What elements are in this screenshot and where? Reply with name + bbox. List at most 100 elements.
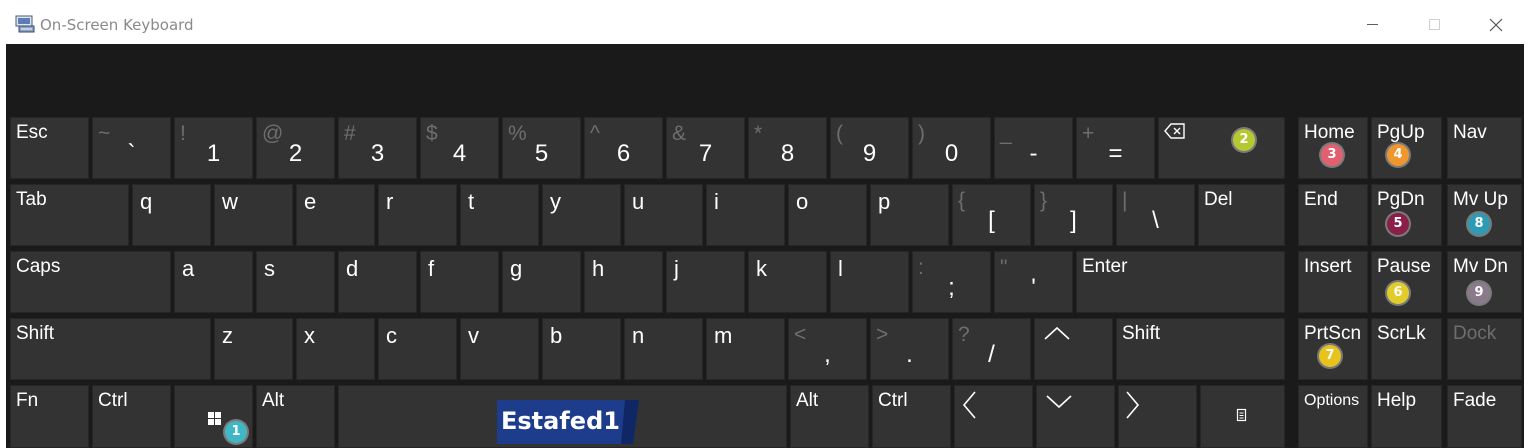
key-c[interactable]: c [378,318,457,380]
key-label: Shift [16,323,55,344]
key-5[interactable]: % 5 [502,117,581,179]
minimize-button[interactable] [1349,6,1395,44]
key-arrow-down[interactable] [1036,385,1115,448]
key-label: s [264,256,275,281]
key-left-bracket[interactable]: {[ [952,184,1031,246]
key-backtick[interactable]: ~ ` [92,117,171,179]
key-g[interactable]: g [502,251,581,313]
key-h[interactable]: h [584,251,663,313]
key-main-label: = [1108,140,1123,167]
key-x[interactable]: x [296,318,375,380]
key-pgdn[interactable]: PgDn [1371,184,1442,246]
key-main-label: 8 [780,140,795,167]
key-k[interactable]: k [748,251,827,313]
key-a[interactable]: a [174,251,253,313]
key-shift-right[interactable]: Shift [1116,318,1285,380]
key-m[interactable]: m [706,318,785,380]
key-1[interactable]: ! 1 [174,117,253,179]
key-dock[interactable]: Dock [1447,318,1522,380]
key-4[interactable]: $4 [420,117,499,179]
key-main-label: ` [127,140,136,167]
key-w[interactable]: w [214,184,293,246]
key-ctrl-left[interactable]: Ctrl [92,385,171,448]
key-semicolon[interactable]: :; [912,251,991,313]
key-0[interactable]: ) 0 [912,117,991,179]
key-equals[interactable]: + = [1076,117,1155,179]
key-q[interactable]: q [132,184,211,246]
key-label: Home [1304,122,1355,143]
key-backspace[interactable] [1158,117,1285,179]
key-main-label: - [1029,140,1038,167]
key-alt-left[interactable]: Alt [256,385,335,448]
key-d[interactable]: d [338,251,417,313]
key-arrow-up[interactable] [1034,318,1113,380]
key-j[interactable]: j [666,251,745,313]
key-label: f [428,256,435,281]
key-r[interactable]: r [378,184,457,246]
key-s[interactable]: s [256,251,335,313]
key-context-menu[interactable] [1200,385,1285,448]
key-3[interactable]: #3 [338,117,417,179]
key-8[interactable]: * 8 [748,117,827,179]
key-quote[interactable]: " ' [994,251,1073,313]
key-nav[interactable]: Nav [1447,117,1522,179]
key-l[interactable]: l [830,251,909,313]
key-scrlk[interactable]: ScrLk [1371,318,1442,380]
key-shift-left[interactable]: Shift [10,318,211,380]
key-comma[interactable]: <, [788,318,867,380]
key-6[interactable]: ^ 6 [584,117,663,179]
key-backslash[interactable]: | \ [1116,184,1195,246]
key-e[interactable]: e [296,184,375,246]
key-y[interactable]: y [542,184,621,246]
key-pause[interactable]: Pause [1371,251,1442,313]
key-label: a [182,256,195,281]
key-n[interactable]: n [624,318,703,380]
close-button[interactable] [1472,6,1518,44]
key-t[interactable]: t [460,184,539,246]
key-mvdn[interactable]: Mv Dn [1447,251,1522,313]
key-label: Fn [16,390,39,411]
key-arrow-right[interactable] [1118,385,1197,448]
key-insert[interactable]: Insert [1298,251,1368,313]
key-v[interactable]: v [460,318,539,380]
key-caps[interactable]: Caps [10,251,171,313]
key-esc[interactable]: Esc [10,117,89,179]
key-period[interactable]: >. [870,318,949,380]
key-p[interactable]: p [870,184,949,246]
key-tab[interactable]: Tab [10,184,129,246]
key-main-label: ; [948,274,955,301]
key-fn[interactable]: Fn [10,385,89,448]
key-2[interactable]: @2 [256,117,335,179]
key-fade[interactable]: Fade [1447,385,1522,448]
arrow-up-icon [1044,326,1070,340]
key-help[interactable]: Help [1371,385,1442,448]
key-i[interactable]: i [706,184,785,246]
key-end[interactable]: End [1298,184,1368,246]
key-del[interactable]: Del [1198,184,1285,246]
key-o[interactable]: o [788,184,867,246]
key-right-bracket[interactable]: }] [1034,184,1113,246]
key-7[interactable]: & 7 [666,117,745,179]
key-label: o [796,189,809,214]
key-u[interactable]: u [624,184,703,246]
key-f[interactable]: f [420,251,499,313]
key-arrow-left[interactable] [954,385,1033,448]
key-b[interactable]: b [542,318,621,380]
key-label: q [140,189,153,214]
arrow-down-icon [1046,395,1072,409]
key-alt-right[interactable]: Alt [790,385,869,448]
maximize-button[interactable] [1411,6,1457,44]
key-main-label: [ [988,207,995,234]
key-slash[interactable]: ? / [952,318,1031,380]
annotation-badge-6: 6 [1387,282,1409,304]
key-ctrl-right[interactable]: Ctrl [872,385,951,448]
key-enter[interactable]: Enter [1076,251,1285,313]
key-minus[interactable]: _ - [994,117,1073,179]
key-label: Tab [16,189,47,210]
key-label: Shift [1122,323,1161,344]
key-options[interactable]: Options [1298,385,1368,448]
key-9[interactable]: (9 [830,117,909,179]
key-label: Help [1377,390,1417,411]
key-z[interactable]: z [214,318,293,380]
windows-logo-icon [208,412,221,425]
